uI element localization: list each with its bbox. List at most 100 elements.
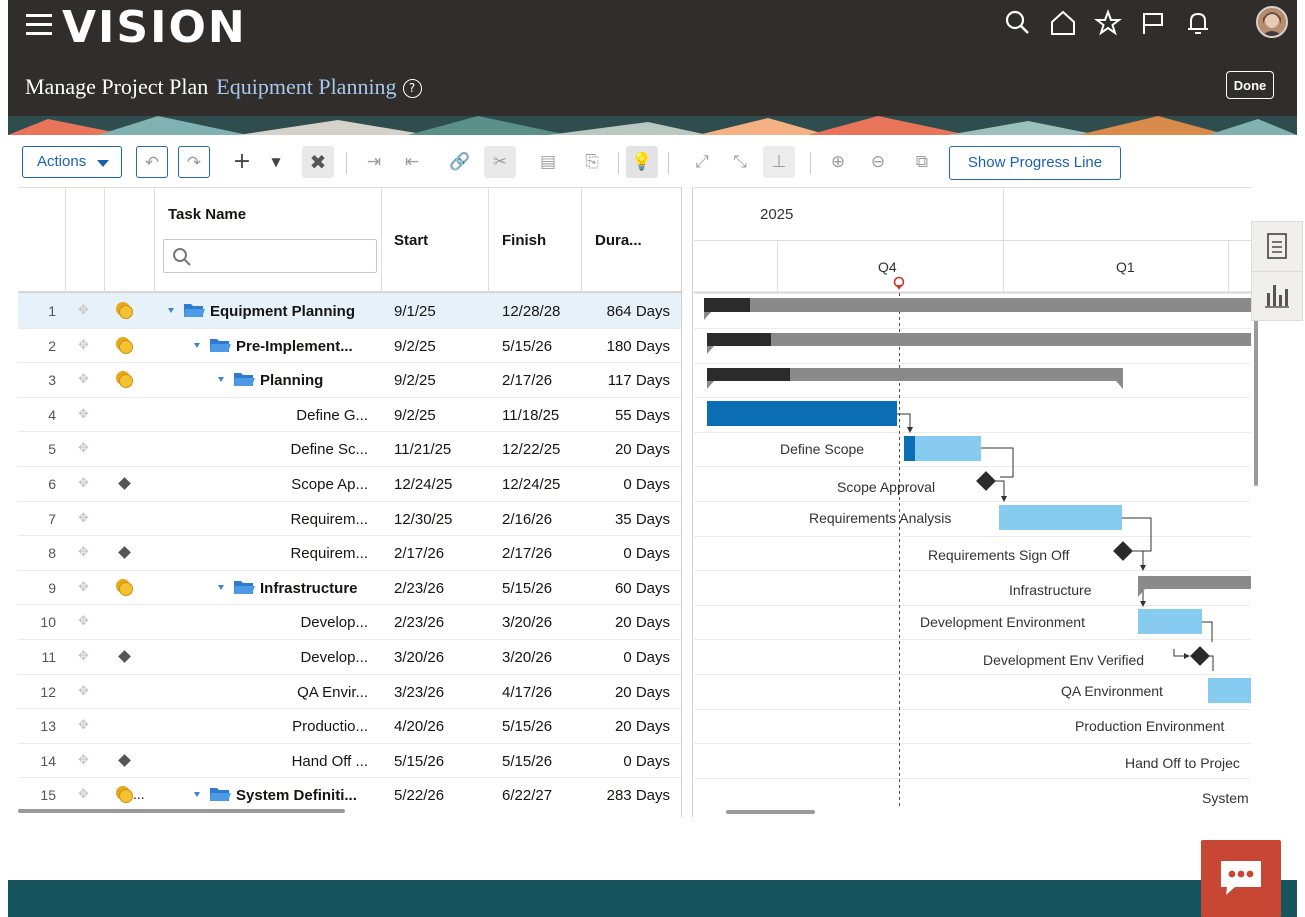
finish-date-cell[interactable]: 2/16/26 — [502, 511, 552, 528]
add-menu-caret-icon[interactable]: ▼ — [262, 146, 290, 178]
table-row[interactable]: 4 ✥ Define G... 9/2/25 11/18/25 55 Days — [18, 396, 681, 433]
start-date-cell[interactable]: 2/23/26 — [394, 614, 444, 631]
gantt-vertical-scrollbar[interactable] — [1254, 320, 1258, 486]
gantt-summary-bar[interactable] — [707, 333, 1251, 354]
link-icon[interactable]: 🔗 — [446, 146, 474, 178]
expand-toggle-icon[interactable] — [194, 792, 200, 798]
task-name-cell[interactable]: Equipment Planning — [168, 303, 376, 320]
gantt-summary-bar[interactable] — [1138, 576, 1251, 597]
gantt-task-bar[interactable] — [999, 505, 1122, 530]
table-row[interactable]: 3 ✥ Planning 9/2/25 2/17/26 117 Days — [18, 362, 681, 398]
expand-toggle-icon[interactable] — [218, 584, 224, 590]
lightbulb-button[interactable]: 💡 — [626, 146, 658, 178]
table-row[interactable]: 9 ✥ Infrastructure 2/23/26 5/15/26 60 Days — [18, 569, 681, 606]
redo-button[interactable]: ↷ — [178, 146, 210, 178]
finish-date-cell[interactable]: 2/17/26 — [502, 372, 552, 389]
drag-handle-icon[interactable]: ✥ — [78, 511, 89, 526]
details-icon[interactable]: ▤ — [534, 146, 562, 178]
task-name-cell[interactable]: Scope Ap... — [168, 476, 368, 493]
drag-handle-icon[interactable]: ✥ — [78, 476, 89, 491]
table-row[interactable]: 14 ✥ Hand Off ... 5/15/26 5/15/26 0 Days — [18, 742, 681, 779]
finish-date-cell[interactable]: 12/24/25 — [502, 476, 560, 493]
drag-handle-icon[interactable]: ✥ — [78, 753, 89, 768]
task-name-cell[interactable]: Requirem... — [168, 511, 368, 528]
finish-date-cell[interactable]: 12/22/25 — [502, 441, 560, 458]
duration-cell[interactable]: 0 Days — [578, 649, 670, 666]
drag-handle-icon[interactable]: ✥ — [78, 684, 89, 699]
task-name-cell[interactable]: Requirem... — [168, 545, 368, 562]
drag-handle-icon[interactable]: ✥ — [78, 372, 89, 387]
drag-handle-icon[interactable]: ✥ — [78, 787, 89, 802]
duration-cell[interactable]: 35 Days — [578, 511, 670, 528]
drag-handle-icon[interactable]: ✥ — [78, 580, 89, 595]
finish-date-cell[interactable]: 11/18/25 — [502, 407, 559, 424]
task-name-cell[interactable]: Planning — [218, 372, 376, 389]
gantt-summary-bar[interactable] — [707, 368, 1123, 389]
gantt-milestone[interactable] — [1190, 646, 1210, 666]
chat-button[interactable] — [1201, 840, 1281, 917]
start-date-cell[interactable]: 12/30/25 — [394, 511, 452, 528]
grid-horizontal-scrollbar[interactable] — [18, 809, 345, 813]
flag-icon[interactable] — [1138, 9, 1168, 37]
expand-toggle-icon[interactable] — [194, 342, 200, 348]
gantt-summary-bar[interactable] — [704, 298, 1251, 320]
task-name-cell[interactable]: System Definiti... — [194, 787, 376, 804]
favorite-star-icon[interactable] — [1093, 9, 1123, 37]
menu-icon[interactable] — [26, 14, 52, 36]
task-name-cell[interactable]: Pre-Implement... — [194, 338, 376, 355]
duration-cell[interactable]: 0 Days — [578, 753, 670, 770]
duration-cell[interactable]: 180 Days — [578, 338, 670, 355]
app-logo[interactable]: VISION — [62, 2, 247, 53]
start-date-cell[interactable]: 3/23/26 — [394, 684, 444, 701]
start-date-cell[interactable]: 9/2/25 — [394, 372, 436, 389]
gantt-milestone[interactable] — [1113, 541, 1133, 561]
project-name-link[interactable]: Equipment Planning — [216, 74, 396, 99]
duration-cell[interactable]: 20 Days — [578, 614, 670, 631]
table-row[interactable]: 13 ✥ Productio... 4/20/26 5/15/26 20 Days — [18, 708, 681, 744]
outdent-icon[interactable]: ⇤ — [398, 146, 426, 178]
zoom-out-icon[interactable]: ⊖ — [864, 146, 892, 178]
start-date-cell[interactable]: 3/20/26 — [394, 649, 444, 666]
start-date-cell[interactable]: 9/1/25 — [394, 303, 436, 320]
task-name-cell[interactable]: Define G... — [168, 407, 368, 424]
column-header-duration[interactable]: Dura... — [595, 232, 642, 249]
duration-cell[interactable]: 864 Days — [578, 303, 670, 320]
start-date-cell[interactable]: 9/2/25 — [394, 338, 436, 355]
duration-cell[interactable]: 20 Days — [578, 441, 670, 458]
grid-gantt-splitter[interactable] — [681, 187, 693, 817]
table-row[interactable]: 1 ✥ Equipment Planning 9/1/25 12/28/28 864 Da… — [18, 293, 681, 329]
delete-button[interactable]: ✖ — [302, 146, 334, 178]
duration-cell[interactable]: 55 Days — [578, 407, 670, 424]
start-date-cell[interactable]: 4/20/26 — [394, 718, 444, 735]
table-row[interactable]: 5 ✥ Define Sc... 11/21/25 12/22/25 20 Days — [18, 431, 681, 467]
table-row[interactable]: 12 ✥ QA Envir... 3/23/26 4/17/26 20 Days — [18, 673, 681, 710]
actions-menu-button[interactable]: Actions — [22, 146, 122, 178]
notifications-bell-icon[interactable] — [1183, 9, 1213, 37]
finish-date-cell[interactable]: 5/15/26 — [502, 753, 552, 770]
task-name-cell[interactable]: Develop... — [168, 649, 368, 666]
duration-cell[interactable]: 60 Days — [578, 580, 670, 597]
collapse-all-icon[interactable]: ⤡ — [726, 146, 754, 178]
gantt-task-bar[interactable] — [904, 436, 981, 461]
drag-handle-icon[interactable]: ✥ — [78, 407, 89, 422]
start-date-cell[interactable]: 5/15/26 — [394, 753, 444, 770]
finish-date-cell[interactable]: 3/20/26 — [502, 614, 552, 631]
finish-date-cell[interactable]: 2/17/26 — [502, 545, 552, 562]
finish-date-cell[interactable]: 5/15/26 — [502, 580, 552, 597]
start-date-cell[interactable]: 11/21/25 — [394, 441, 451, 458]
bar-chart-icon[interactable] — [1264, 281, 1290, 309]
finish-date-cell[interactable]: 3/20/26 — [502, 649, 552, 666]
table-row[interactable]: 10 ✥ Develop... 2/23/26 3/20/26 20 Days — [18, 604, 681, 640]
table-row[interactable]: 8 ✥ Requirem... 2/17/26 2/17/26 0 Days — [18, 535, 681, 571]
duration-cell[interactable]: 0 Days — [578, 545, 670, 562]
duration-cell[interactable]: 117 Days — [578, 372, 670, 389]
paste-icon[interactable]: ⎘ — [578, 146, 606, 178]
expand-toggle-icon[interactable] — [168, 308, 174, 313]
table-row[interactable]: 15 ✥... System Definiti... 5/22/26 6/22/27 28… — [18, 777, 681, 813]
user-avatar[interactable] — [1256, 6, 1288, 38]
add-icon[interactable]: + — [228, 146, 256, 178]
task-name-cell[interactable]: Infrastructure — [218, 580, 376, 597]
column-header-finish[interactable]: Finish — [502, 232, 546, 249]
task-name-cell[interactable]: Develop... — [168, 614, 368, 631]
help-icon[interactable]: ? — [402, 79, 422, 98]
